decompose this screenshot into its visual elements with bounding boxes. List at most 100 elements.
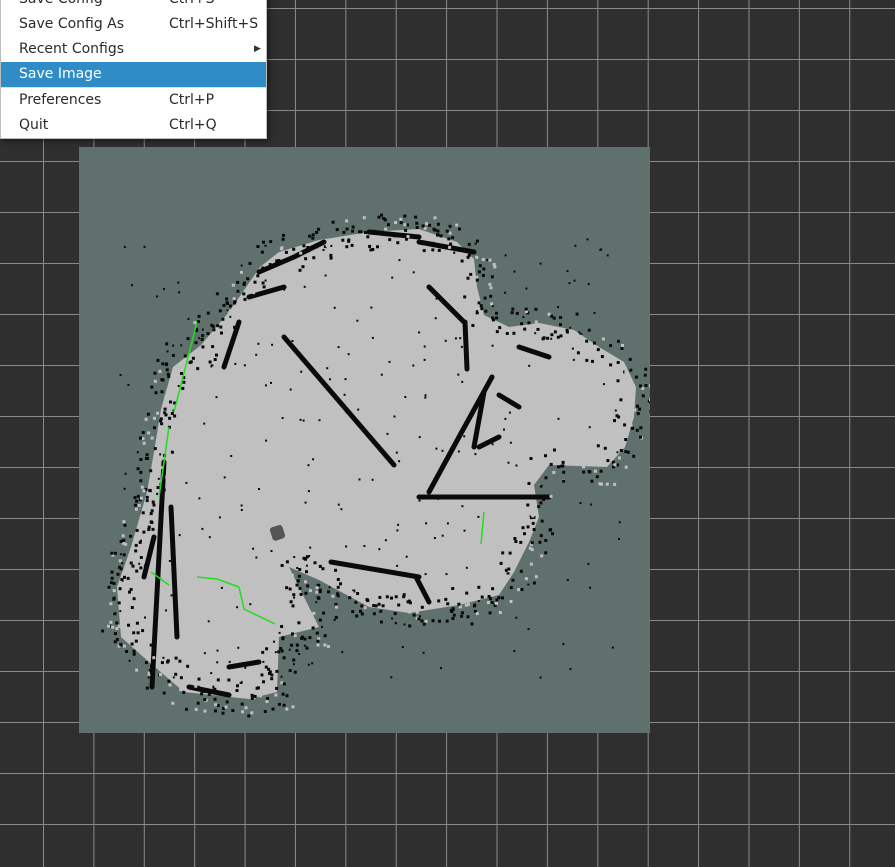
- map-noise-cell: [465, 566, 468, 569]
- map-noise-cell: [290, 573, 294, 577]
- map-noise-cell: [274, 675, 278, 679]
- map-noise-cell: [308, 636, 312, 640]
- map-noise-cell: [360, 235, 364, 239]
- map-noise-cell: [489, 597, 492, 601]
- map-noise-cell: [210, 672, 213, 675]
- map-noise-cell: [639, 426, 643, 430]
- map-noise-cell: [144, 661, 148, 665]
- map-noise-cell: [598, 482, 602, 486]
- map-noise-cell: [265, 384, 267, 387]
- map-noise-cell: [228, 304, 232, 308]
- map-noise-cell: [585, 339, 589, 343]
- map-noise-cell: [469, 272, 473, 276]
- map-noise-cell: [316, 639, 320, 643]
- map-noise-cell: [287, 607, 290, 611]
- map-noise-cell: [221, 711, 225, 715]
- menu-item-save-image[interactable]: Save Image: [1, 62, 266, 87]
- map-noise-cell: [521, 526, 525, 530]
- map-noise-cell: [134, 543, 138, 547]
- map-noise-cell: [639, 384, 642, 388]
- map-noise-cell: [174, 656, 178, 660]
- map-noise-cell: [444, 339, 447, 342]
- map-noise-cell: [333, 306, 336, 309]
- map-noise-cell: [515, 311, 519, 315]
- map-noise-cell: [149, 643, 153, 647]
- map-noise-cell: [397, 523, 400, 526]
- map-noise-cell: [166, 350, 169, 353]
- menu-item-save-config[interactable]: Save Config Ctrl+S: [1, 0, 266, 12]
- map-noise-cell: [218, 309, 222, 313]
- menu-item-label: Save Config As: [19, 16, 125, 32]
- map-noise-cell: [388, 238, 392, 242]
- map-noise-cell: [471, 324, 475, 327]
- map-noise-cell: [147, 431, 151, 435]
- map-noise-cell: [572, 358, 575, 361]
- map-noise-cell: [493, 265, 497, 269]
- map-noise-cell: [112, 582, 116, 585]
- map-noise-cell: [495, 601, 498, 605]
- map-noise-cell: [587, 562, 590, 565]
- map-noise-cell: [142, 530, 146, 534]
- map-noise-cell: [340, 508, 343, 511]
- map-noise-cell: [562, 643, 565, 646]
- map-noise-cell: [296, 579, 300, 583]
- map-noise-cell: [440, 667, 442, 670]
- map-noise-cell: [596, 348, 600, 352]
- map-noise-cell: [335, 228, 339, 232]
- map-noise-cell: [150, 436, 154, 440]
- map-noise-cell: [171, 445, 175, 449]
- map-noise-cell: [311, 233, 315, 237]
- menu-item-preferences[interactable]: Preferences Ctrl+P: [1, 88, 266, 113]
- map-noise-cell: [323, 634, 327, 638]
- map-noise-cell: [581, 465, 585, 469]
- map-noise-cell: [298, 568, 302, 571]
- map-noise-cell: [162, 488, 166, 492]
- map-noise-cell: [162, 691, 166, 695]
- map-noise-cell: [371, 248, 375, 251]
- map-noise-cell: [237, 646, 240, 649]
- map-noise-cell: [398, 460, 401, 463]
- map-noise-cell: [512, 331, 516, 335]
- map-noise-cell: [317, 596, 321, 600]
- map-noise-cell: [475, 278, 479, 282]
- map-noise-cell: [499, 341, 503, 345]
- map-noise-cell: [228, 660, 231, 663]
- map-noise-cell: [152, 503, 156, 507]
- map-noise-cell: [513, 537, 517, 540]
- map-noise-cell: [212, 328, 216, 332]
- map-noise-cell: [336, 585, 340, 589]
- map-noise-cell: [280, 625, 284, 628]
- map-noise-cell: [327, 590, 331, 594]
- map-noise-cell: [348, 596, 352, 600]
- map-noise-cell: [216, 324, 220, 328]
- map-noise-cell: [201, 362, 205, 366]
- menu-item-save-config-as[interactable]: Save Config As Ctrl+Shift+S: [1, 12, 266, 37]
- map-noise-cell: [587, 470, 591, 473]
- map-noise-cell: [285, 694, 289, 698]
- map-noise-cell: [590, 479, 594, 483]
- map-noise-cell: [222, 303, 226, 307]
- map-noise-cell: [215, 333, 219, 336]
- map-noise-cell: [353, 243, 357, 247]
- map-noise-cell: [528, 364, 531, 367]
- map-noise-cell: [284, 271, 288, 275]
- map-noise-cell: [267, 667, 271, 671]
- map-noise-cell: [154, 626, 157, 629]
- map-noise-cell: [593, 311, 596, 314]
- map-noise-cell: [293, 634, 297, 638]
- map-noise-cell: [170, 594, 173, 597]
- menu-item-recent-configs[interactable]: Recent Configs ▶: [1, 37, 266, 62]
- map-noise-cell: [253, 694, 257, 698]
- map-noise-cell: [623, 423, 627, 427]
- map-noise-cell: [606, 459, 610, 463]
- map-noise-cell: [618, 521, 621, 524]
- map-noise-cell: [280, 675, 283, 678]
- menu-item-quit[interactable]: Quit Ctrl+Q: [1, 113, 266, 138]
- map-noise-cell: [226, 302, 230, 305]
- menu-item-label: Save Config: [19, 0, 103, 12]
- map-noise-cell: [150, 385, 154, 389]
- map-noise-cell: [337, 346, 340, 349]
- map-noise-cell: [261, 650, 265, 654]
- map-noise-cell: [203, 698, 207, 701]
- map-noise-cell: [161, 362, 165, 366]
